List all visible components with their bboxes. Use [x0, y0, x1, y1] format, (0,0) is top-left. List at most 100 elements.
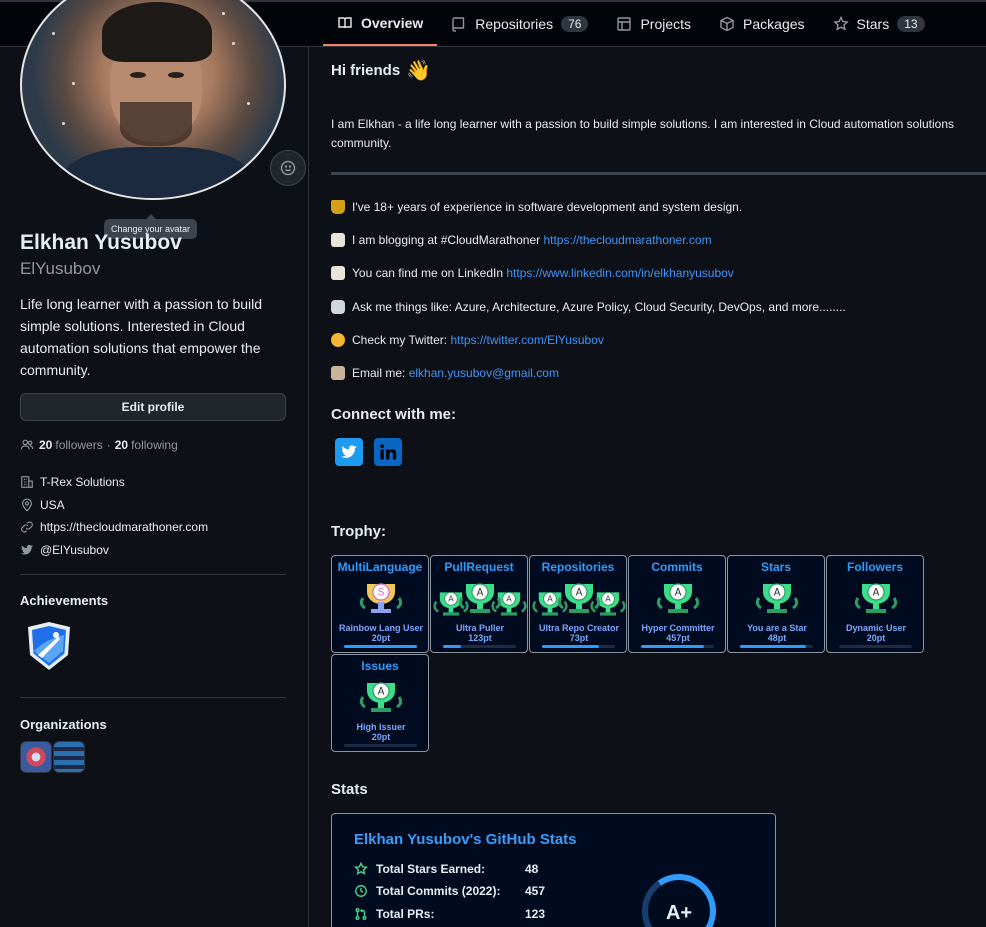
tab-label: Stars	[856, 16, 890, 32]
book-icon	[338, 17, 352, 29]
tab-stars[interactable]: Stars 13	[819, 2, 939, 46]
tab-overview[interactable]: Overview	[323, 2, 438, 46]
achievement-badge[interactable]	[26, 621, 72, 671]
trophy-card: Stars A You are a Star 48pt	[727, 555, 825, 653]
profile-readme: Hi friends 👋 I am Elkhan - a life long l…	[331, 46, 986, 927]
blog-link[interactable]: https://thecloudmarathoner.com	[543, 233, 711, 247]
svg-text:A: A	[378, 687, 385, 699]
stars-count-badge: 13	[897, 16, 925, 32]
trophy-title: Trophy:	[331, 523, 386, 540]
divider	[20, 697, 286, 698]
organizations-title: Organizations	[20, 717, 107, 732]
memo-icon	[331, 233, 345, 247]
repo-icon	[452, 17, 465, 32]
trophy-card: Repositories A A A Ultra Repo Creator 73pt	[529, 555, 627, 653]
svg-text:A: A	[873, 588, 880, 600]
linkedin-link[interactable]: https://www.linkedin.com/in/elkhanyusubo…	[506, 266, 733, 280]
trophy-cup-icon: A	[854, 583, 898, 613]
tab-label: Packages	[743, 16, 805, 32]
trophy-card-title: Commits	[651, 560, 703, 574]
svg-text:A: A	[675, 588, 682, 600]
separator-dot: ·	[106, 438, 111, 452]
svg-text:A: A	[506, 595, 512, 605]
trophy-progress-bar	[641, 645, 714, 648]
repo-count-badge: 76	[561, 16, 589, 32]
linkedin-button[interactable]	[374, 438, 402, 466]
trophy-card-title: Followers	[846, 560, 903, 574]
github-stats-card: Elkhan Yusubov's GitHub Stats Total Star…	[331, 813, 776, 927]
trophy-card-label: Hyper Committer 457pt	[641, 623, 715, 643]
organization-icon	[21, 476, 33, 488]
rank-grade: A+	[665, 902, 693, 924]
twitter-link[interactable]: https://twitter.com/ElYusubov	[450, 333, 603, 347]
stats-card-title: Elkhan Yusubov's GitHub Stats	[354, 831, 577, 848]
trophy-cup-icon: A	[359, 682, 403, 712]
memo-icon	[331, 266, 345, 280]
profile-username: ElYusubov	[20, 259, 101, 278]
pull-request-icon	[355, 908, 367, 920]
trophy-card-label: Rainbow Lang User 20pt	[338, 623, 423, 643]
package-icon	[720, 16, 734, 32]
tab-packages[interactable]: Packages	[705, 2, 818, 46]
readme-intro: I am Elkhan - a life long learner with a…	[331, 117, 954, 150]
email-link[interactable]: elkhan.yusubov@gmail.com	[409, 366, 559, 380]
profile-tabs: Overview Repositories 76 Projects Packag…	[323, 2, 939, 46]
trophy-card-label: High Issuer 20pt	[356, 722, 406, 742]
list-item: I've 18+ years of experience in software…	[331, 200, 742, 214]
trophy-card: Commits A Hyper Committer 457pt	[628, 555, 726, 653]
stats-value: 457	[525, 884, 546, 898]
svg-text:A: A	[547, 595, 553, 605]
people-icon	[20, 439, 34, 450]
trophy-card-label: Ultra Puller 123pt	[455, 623, 504, 643]
avatar[interactable]	[20, 0, 286, 200]
waving-hand-icon: 👋	[406, 60, 432, 82]
trophy-card-title: Issues	[361, 659, 399, 673]
org-avatar-1[interactable]	[20, 741, 52, 773]
profile-bio: Life long learner with a passion to buil…	[20, 296, 263, 378]
following-link[interactable]: 20 following	[115, 438, 178, 452]
org-avatar-2[interactable]	[53, 741, 85, 773]
column-divider	[308, 46, 309, 927]
trophy-card-label: Ultra Repo Creator 73pt	[538, 623, 619, 643]
trophy-cup-icon: A	[755, 583, 799, 613]
trophy-cup-icon: A AA	[433, 583, 527, 616]
profile-fullname: Elkhan Yusubov	[20, 231, 182, 254]
twitter-button[interactable]	[335, 438, 363, 466]
svg-text:A: A	[477, 588, 484, 600]
tab-label: Overview	[361, 15, 424, 31]
trophy-cup-icon: A	[656, 583, 700, 613]
tab-repositories[interactable]: Repositories 76	[437, 2, 602, 46]
trophy-progress-bar	[443, 645, 516, 648]
history-icon	[355, 885, 367, 897]
profile-twitter[interactable]: @ElYusubov	[20, 543, 109, 557]
tab-projects[interactable]: Projects	[602, 2, 705, 46]
list-item: I am blogging at #CloudMarathoner https:…	[331, 233, 712, 247]
trophy-card: MultiLanguage S Rainbow Lang User 20pt	[331, 555, 429, 653]
avatar-container	[20, 0, 306, 202]
followers-following: 20 followers · 20 following	[20, 438, 178, 452]
edit-profile-button[interactable]: Edit profile	[20, 393, 286, 421]
achievement-badge-icon	[28, 622, 70, 670]
linkedin-icon	[380, 444, 397, 460]
set-status-button[interactable]	[270, 150, 306, 186]
thinking-face-icon	[331, 333, 345, 347]
link-icon	[21, 521, 33, 533]
followers-link[interactable]: 20 followers	[39, 438, 103, 452]
achievements-title: Achievements	[20, 593, 109, 608]
stats-row: Total Stars Earned: 48	[354, 862, 538, 876]
trophy-cup-icon: S	[359, 583, 403, 613]
profile-website[interactable]: https://thecloudmarathoner.com	[20, 520, 208, 534]
table-icon	[617, 17, 632, 31]
trophy-progress-bar	[542, 645, 615, 648]
smiley-icon	[280, 160, 296, 176]
stats-value: 48	[525, 862, 539, 876]
list-item: Ask me things like: Azure, Architecture,…	[331, 300, 846, 314]
trophy-card: Issues A High Issuer 20pt	[331, 654, 429, 752]
open-book-icon	[331, 366, 345, 380]
stats-title: Stats	[331, 781, 368, 798]
readme-greeting: Hi friends 👋	[331, 60, 432, 82]
svg-text:A: A	[448, 595, 454, 605]
trophy-cup-icon: A AA	[532, 583, 626, 616]
svg-text:A: A	[774, 588, 781, 600]
tab-label: Projects	[640, 16, 692, 32]
